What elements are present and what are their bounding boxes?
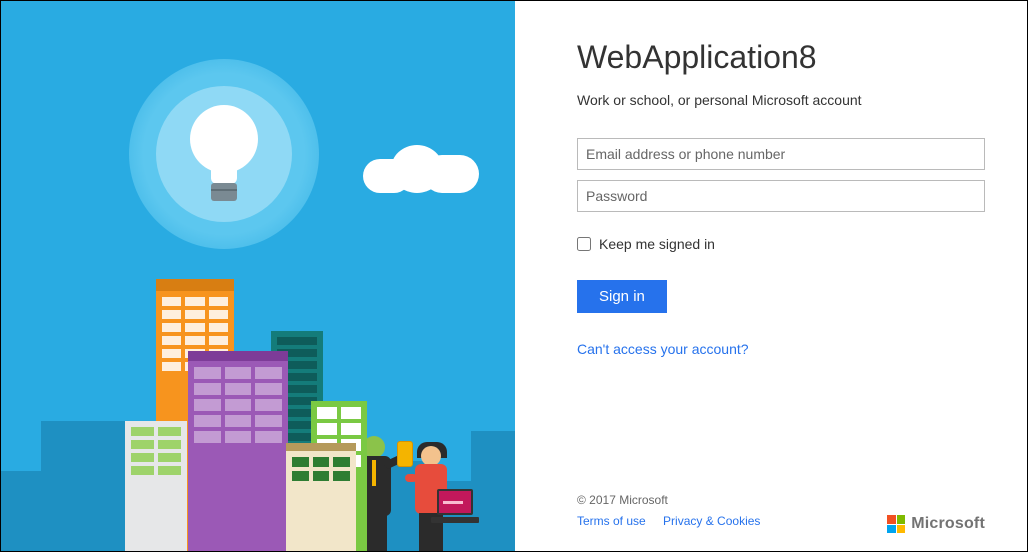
microsoft-squares-icon [887,515,905,533]
copyright: © 2017 Microsoft [577,490,774,512]
microsoft-logo: Microsoft [887,515,985,533]
building-purple [188,361,288,551]
signin-button[interactable]: Sign in [577,280,667,313]
remember-checkbox[interactable] [577,237,591,251]
laptop-icon [431,489,479,523]
lightbulb-base [211,183,237,201]
illustration-panel [1,1,515,551]
lightbulb-neck [211,166,237,184]
building-beige [286,451,356,551]
remember-row[interactable]: Keep me signed in [577,236,985,252]
building-grey [125,421,187,551]
subtitle: Work or school, or personal Microsoft ac… [577,92,985,108]
remember-label: Keep me signed in [599,236,715,252]
silhouette-building [41,421,131,551]
app-title: WebApplication8 [577,39,985,76]
signin-panel: WebApplication8 Work or school, or perso… [515,1,1027,551]
password-input[interactable] [577,180,985,212]
terms-link[interactable]: Terms of use [577,514,646,528]
cloud-icon [363,141,483,191]
email-input[interactable] [577,138,985,170]
footer: © 2017 Microsoft Terms of use Privacy & … [577,490,985,533]
privacy-link[interactable]: Privacy & Cookies [663,514,760,528]
microsoft-wordmark: Microsoft [911,515,985,533]
lightbulb-icon [190,105,258,173]
cant-access-link[interactable]: Can't access your account? [577,341,749,357]
